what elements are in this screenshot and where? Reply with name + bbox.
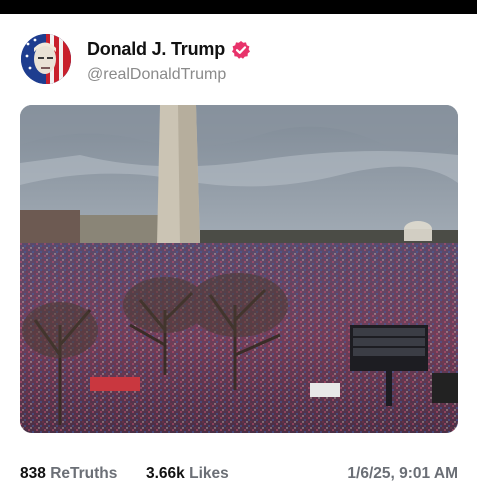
- display-name[interactable]: Donald J. Trump: [87, 39, 225, 60]
- post-header: Donald J. Trump @realDonaldTrump: [21, 34, 461, 86]
- retruths-count: 838: [20, 465, 46, 482]
- avatar[interactable]: [21, 34, 71, 84]
- likes-label: Likes: [189, 465, 229, 482]
- name-row: Donald J. Trump: [87, 39, 251, 60]
- likes-stat[interactable]: 3.66k Likes: [146, 465, 229, 483]
- retruths-label: ReTruths: [50, 465, 118, 482]
- verified-badge-icon: [231, 40, 251, 60]
- retruths-stat[interactable]: 838 ReTruths: [20, 465, 117, 483]
- likes-count: 3.66k: [146, 465, 185, 482]
- crowd-photo-icon: [20, 105, 458, 433]
- post-timestamp[interactable]: 1/6/25, 9:01 AM: [347, 465, 458, 483]
- avatar-image: [21, 34, 71, 84]
- post-stats: 838 ReTruths 3.66k Likes 1/6/25, 9:01 AM: [20, 465, 458, 485]
- status-bar: [0, 0, 477, 14]
- author-handle[interactable]: @realDonaldTrump: [87, 66, 226, 84]
- post-media-image[interactable]: [20, 105, 458, 433]
